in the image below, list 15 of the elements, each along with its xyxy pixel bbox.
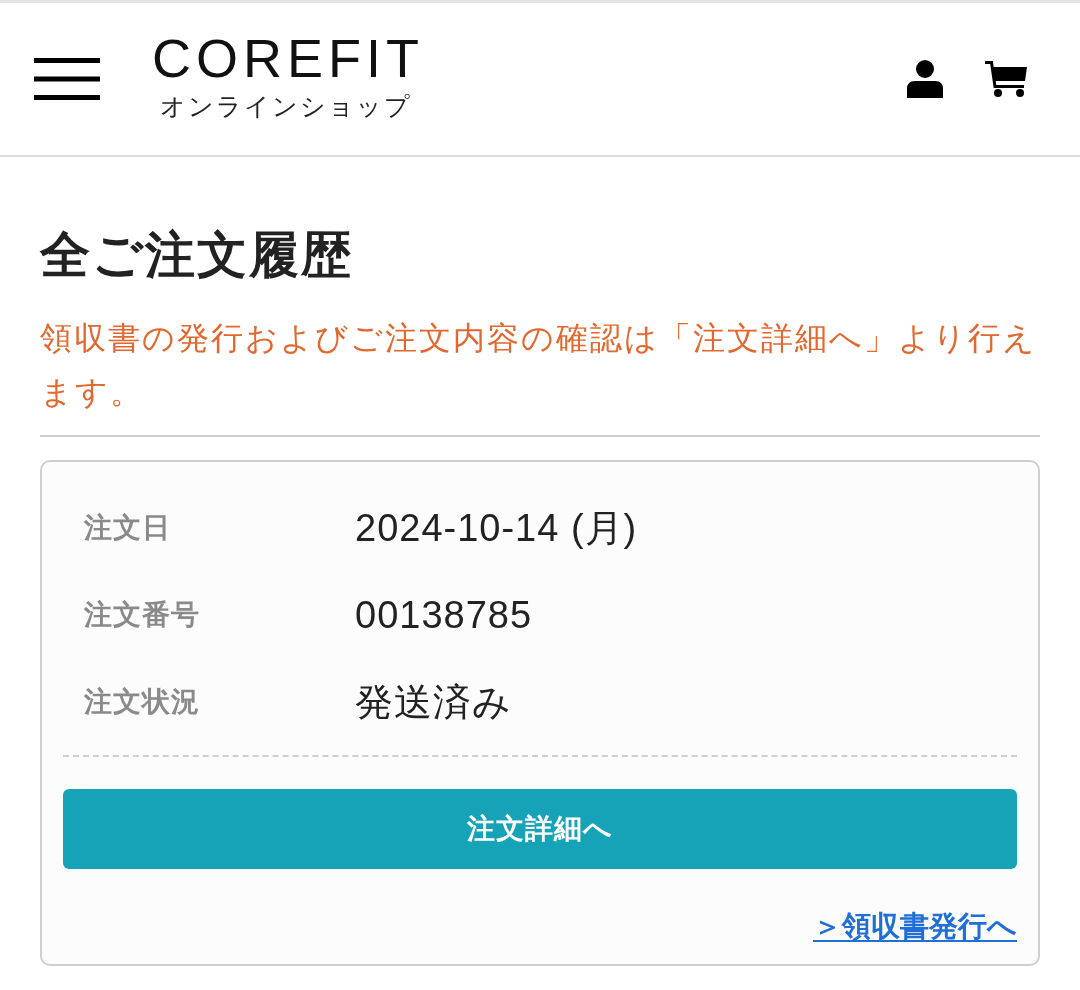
receipt-link[interactable]: ＞領収書発行へ — [813, 908, 1017, 944]
field-value: 発送済み — [355, 679, 512, 725]
field-label: 注文状況 — [84, 684, 201, 719]
cart-icon[interactable] — [985, 61, 1027, 97]
logo-text[interactable]: COREFIT — [152, 30, 424, 86]
order-detail-button[interactable]: 注文詳細へ — [63, 789, 1017, 869]
person-icon[interactable] — [907, 60, 943, 98]
logo-subtitle: オンラインショップ — [159, 91, 412, 122]
page-title: 全ご注文履歴 — [40, 226, 354, 285]
notice-text: 領収書の発行およびご注文内容の確認は「注文詳細へ」より行えます。 — [40, 319, 1038, 412]
field-label: 注文番号 — [84, 597, 201, 632]
menu-icon[interactable] — [34, 58, 100, 100]
field-label: 注文日 — [84, 510, 172, 545]
field-value: 00138785 — [355, 592, 533, 638]
field-value: 2024-10-14 (月) — [355, 505, 638, 551]
